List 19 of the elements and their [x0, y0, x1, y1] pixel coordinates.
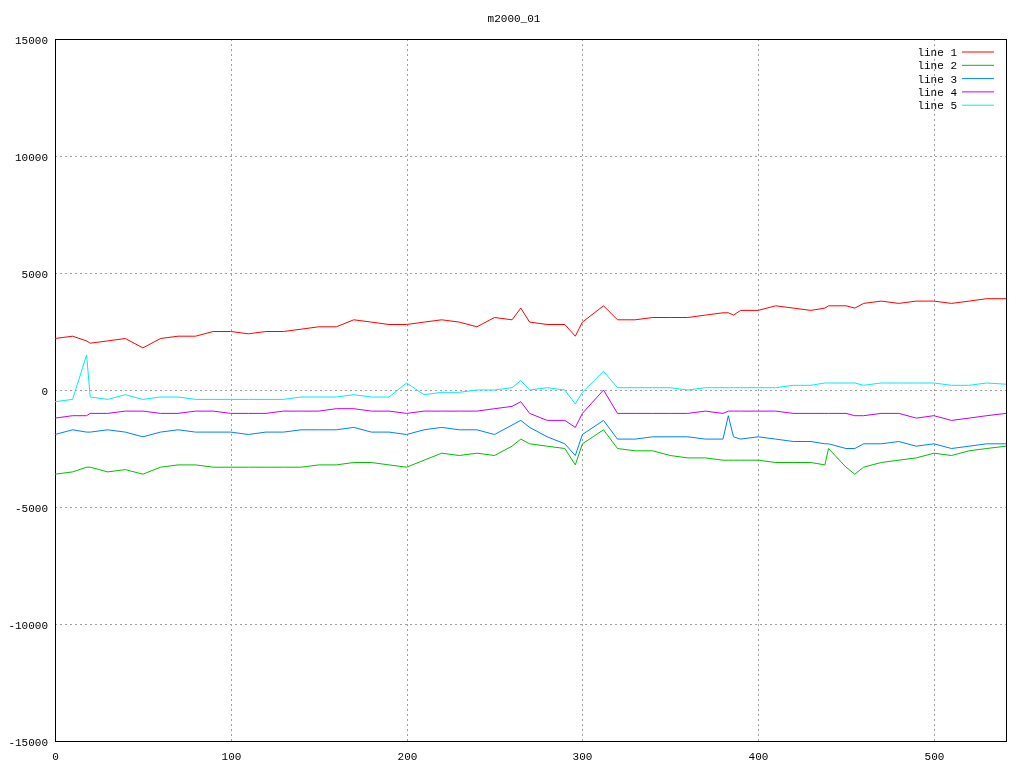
axis-tick-label: 0 — [52, 751, 59, 763]
chart-title: m2000_01 — [487, 13, 541, 25]
legend-label: line 2 — [917, 60, 957, 73]
axis-tick-label: 200 — [397, 751, 418, 763]
legend-label: line 3 — [917, 73, 957, 86]
axis-tick-label: 10000 — [15, 151, 48, 164]
axis-tick-label: 15000 — [15, 34, 48, 47]
axis-tick-label: -15000 — [8, 736, 48, 749]
axis-tick-label: 300 — [572, 751, 593, 763]
legend-label: line 5 — [917, 100, 957, 113]
axis-tick-label: 100 — [221, 751, 242, 763]
axis-tick-label: 500 — [924, 751, 945, 763]
axis-tick-label: 5000 — [21, 268, 48, 281]
axis-tick-label: 400 — [748, 751, 769, 763]
axis-tick-label: 0 — [41, 385, 48, 398]
axis-tick-label: -10000 — [8, 619, 48, 632]
legend-label: line 1 — [917, 47, 957, 59]
axis-tick-label: -5000 — [15, 502, 48, 515]
legend-label: line 4 — [917, 86, 957, 99]
